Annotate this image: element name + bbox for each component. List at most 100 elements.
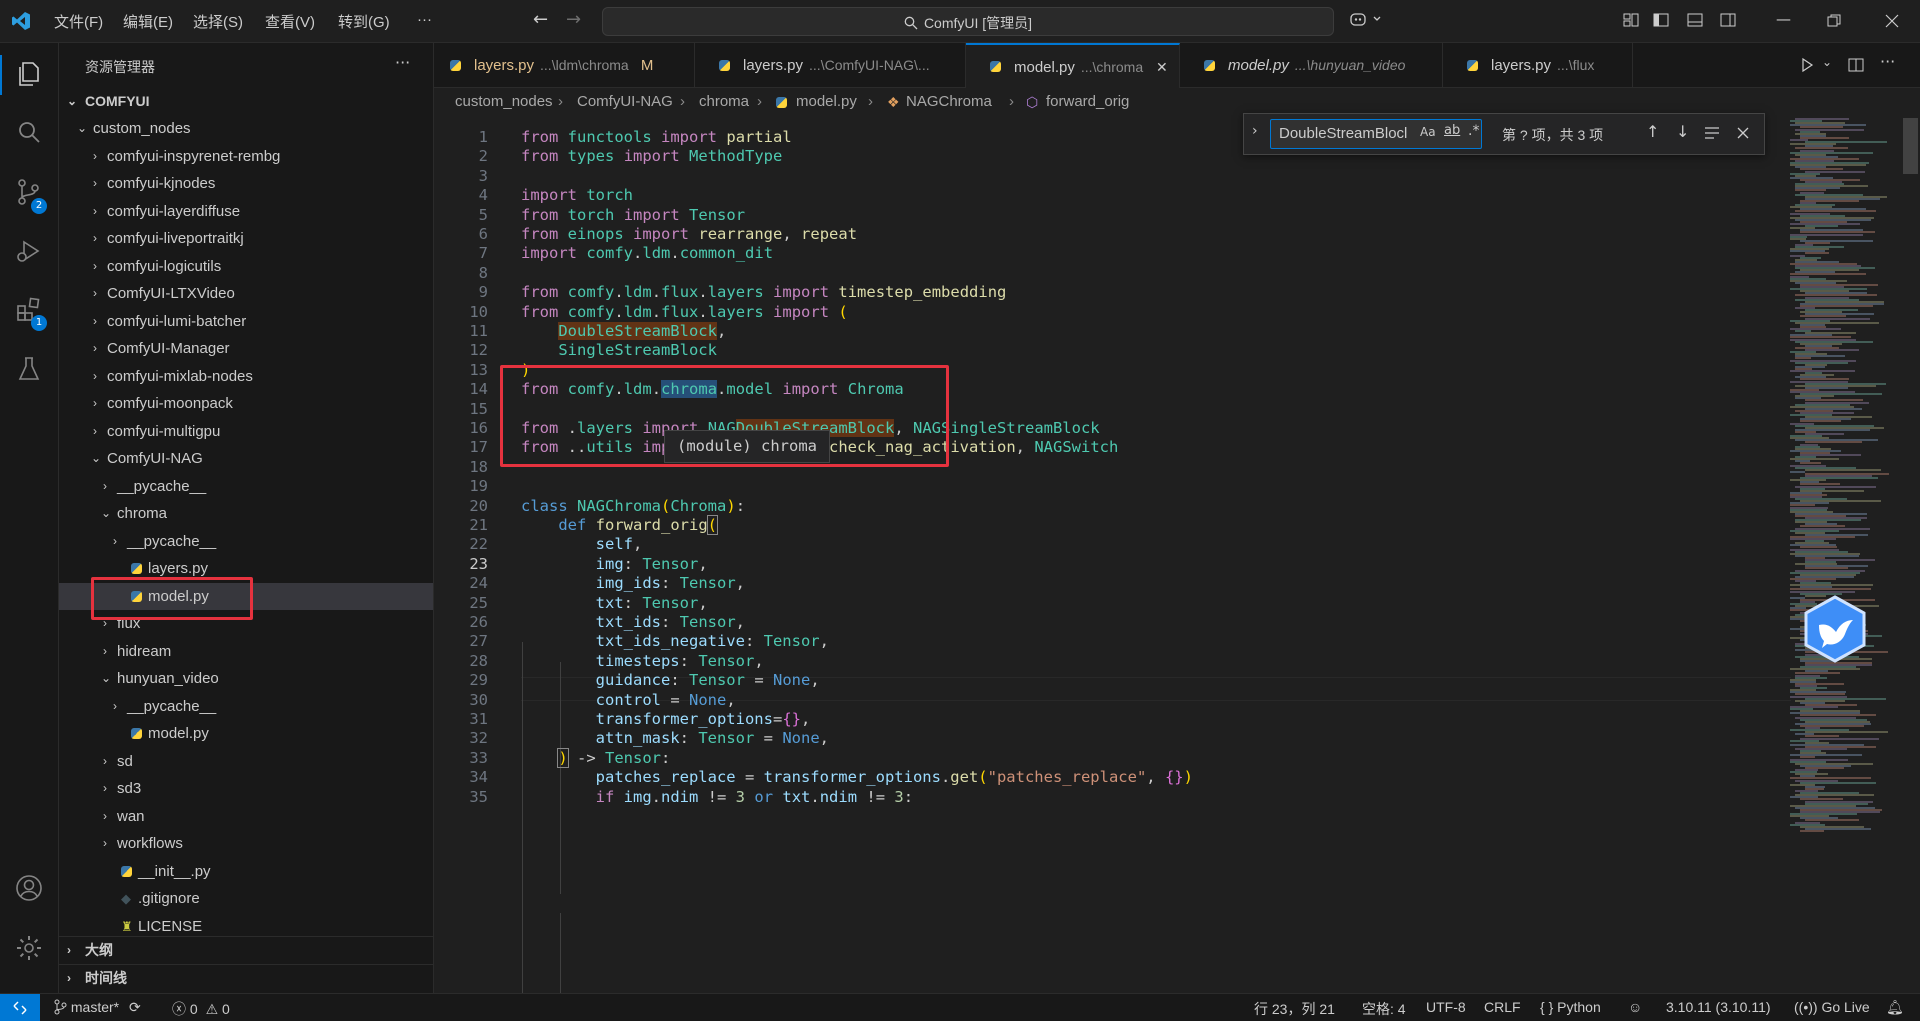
toggle-secondary-sidebar-icon[interactable] [1720, 12, 1736, 28]
tab-layers-nag[interactable]: layers.py ...\ComfyUI-NAG\... [695, 43, 966, 87]
vscode-logo-icon[interactable] [11, 11, 31, 31]
match-case-toggle[interactable]: Aa [1420, 125, 1436, 139]
notifications-bell-icon[interactable]: 🔔︎ [1886, 999, 1904, 1016]
breadcrumb-item[interactable]: ComfyUI-NAG [577, 88, 673, 116]
go-live-button[interactable]: ((•)) Go Live [1794, 999, 1870, 1015]
tree-folder[interactable]: › comfyui-kjnodes [59, 170, 433, 197]
breadcrumb-item[interactable]: NAGChroma [906, 88, 992, 116]
tree-folder[interactable]: ⌄ ComfyUI-NAG [59, 445, 433, 472]
tab-close-icon[interactable]: ✕ [1156, 45, 1168, 89]
forward-arrow-icon[interactable]: → [566, 9, 581, 30]
close-window-icon[interactable] [1885, 14, 1899, 28]
line-number: 13 [469, 360, 488, 379]
tab-layers-ldm-chroma[interactable]: layers.py ...\ldm\chroma M [434, 43, 695, 87]
tab-model-hunyuan[interactable]: model.py ...\hunyuan_video [1180, 43, 1443, 87]
tree-folder[interactable]: ⌄ chroma [59, 500, 433, 527]
sidebar-more-icon[interactable]: ··· [395, 53, 410, 72]
editor-tabs: layers.py ...\ldm\chroma M layers.py ...\C… [434, 43, 1920, 88]
editor-scrollbar-thumb[interactable] [1903, 118, 1918, 174]
tree-folder[interactable]: › comfyui-inspyrenet-rembg [59, 143, 433, 170]
menu-edit[interactable]: 编辑(E) [123, 11, 173, 32]
find-toggle-replace-icon[interactable]: › [1252, 123, 1258, 139]
sync-icon[interactable]: ⟳ [129, 999, 141, 1015]
outline-section[interactable]: › 大纲 [59, 937, 433, 964]
assistant-bird-icon[interactable] [1802, 594, 1868, 664]
back-arrow-icon[interactable]: ← [533, 9, 548, 30]
tree-folder[interactable]: › ComfyUI-Manager [59, 335, 433, 362]
menu-view[interactable]: 查看(V) [265, 11, 315, 32]
menu-file[interactable]: 文件(F) [54, 11, 103, 32]
tab-layers-flux[interactable]: layers.py ...\flux [1443, 43, 1633, 87]
accounts-icon[interactable] [14, 873, 44, 903]
tree-file[interactable]: __init__.py [59, 858, 433, 885]
indentation[interactable]: 空格: 4 [1362, 999, 1406, 1019]
regex-toggle[interactable]: .* [1468, 123, 1479, 139]
breadcrumb-item[interactable]: forward_orig [1046, 88, 1129, 116]
tree-folder[interactable]: › comfyui-mixlab-nodes [59, 363, 433, 390]
tree-folder[interactable]: › sd [59, 748, 433, 775]
tab-model-chroma[interactable]: model.py ...\chroma ✕ [966, 43, 1180, 88]
tree-folder[interactable]: › wan [59, 803, 433, 830]
breadcrumb-item[interactable]: model.py [796, 88, 857, 116]
language-mode[interactable]: { } Python [1540, 999, 1601, 1015]
python-interpreter[interactable]: 3.10.11 (3.10.11) [1666, 999, 1771, 1015]
line-number: 15 [469, 399, 488, 418]
tree-folder[interactable]: › comfyui-lumi-batcher [59, 308, 433, 335]
tree-folder[interactable]: › __pycache__ [59, 528, 433, 555]
timeline-section[interactable]: › 时间线 [59, 965, 433, 992]
menu-go[interactable]: 转到(G) [338, 11, 390, 32]
tree-folder[interactable]: › workflows [59, 830, 433, 857]
cursor-position[interactable]: 行 23，列 21 [1254, 999, 1335, 1019]
tree-file[interactable]: model.py [59, 720, 433, 747]
tree-folder[interactable]: › comfyui-logicutils [59, 253, 433, 280]
line-ending[interactable]: CRLF [1484, 999, 1521, 1015]
minimize-icon[interactable]: — [1776, 10, 1791, 28]
next-match-icon[interactable]: ↓ [1676, 122, 1689, 141]
code-editor[interactable]: 1 2 3 4 5 6 7 8 9 10 11 12 13 14 15 16 17 18 19 20 21 22 23 24 2… [434, 118, 1920, 993]
encoding[interactable]: UTF-8 [1426, 999, 1466, 1015]
split-editor-icon[interactable] [1848, 57, 1864, 73]
toggle-panel-icon[interactable] [1687, 12, 1703, 28]
tree-folder[interactable]: › __pycache__ [59, 473, 433, 500]
source-control-badge: 2 [31, 198, 47, 214]
editor-more-icon[interactable]: ··· [1880, 52, 1895, 71]
menu-selection[interactable]: 选择(S) [193, 11, 243, 32]
python-file-icon [121, 865, 132, 877]
restore-icon[interactable] [1827, 14, 1841, 28]
tree-folder[interactable]: › comfyui-moonpack [59, 390, 433, 417]
command-center[interactable]: ComfyUI [管理员] [602, 7, 1334, 36]
search-view-icon[interactable] [14, 118, 44, 148]
run-debug-icon[interactable] [14, 236, 44, 266]
git-branch[interactable]: master* ⟳ [53, 999, 141, 1016]
find-close-icon[interactable] [1737, 127, 1749, 139]
tree-folder[interactable]: ⌄ hunyuan_video [59, 665, 433, 692]
remote-indicator[interactable] [0, 994, 40, 1021]
tree-folder[interactable]: › comfyui-layerdiffuse [59, 198, 433, 225]
customize-layout-icon[interactable] [1623, 12, 1639, 28]
workspace-root[interactable]: ⌄ COMFYUI [59, 88, 433, 115]
breadcrumb-item[interactable]: custom_nodes [455, 88, 553, 116]
tree-folder[interactable]: ⌄ custom_nodes [59, 115, 433, 142]
breadcrumb-item[interactable]: chroma [699, 88, 749, 116]
problems-indicator[interactable]: ⓧ 0 ⚠ 0 [172, 999, 230, 1019]
toggle-primary-sidebar-icon[interactable] [1653, 12, 1669, 28]
menu-more[interactable]: ··· [417, 11, 432, 28]
run-dropdown-chevron-icon[interactable]: ⌄ [1822, 55, 1832, 69]
match-word-toggle[interactable]: ab [1444, 123, 1460, 138]
tree-folder[interactable]: › ComfyUI-LTXVideo [59, 280, 433, 307]
minimap[interactable] [1790, 118, 1900, 838]
testing-flask-icon[interactable] [14, 354, 44, 384]
find-in-selection-icon[interactable] [1704, 126, 1720, 140]
tree-folder[interactable]: › __pycache__ [59, 693, 433, 720]
tree-folder[interactable]: › comfyui-liveportraitkj [59, 225, 433, 252]
manage-gear-icon[interactable] [14, 933, 44, 963]
previous-match-icon[interactable]: ↑ [1646, 122, 1659, 141]
run-file-icon[interactable] [1799, 57, 1815, 73]
tree-file[interactable]: ◆ .gitignore [59, 885, 433, 912]
copilot-status-icon[interactable]: ☺ [1628, 999, 1642, 1015]
tree-folder[interactable]: › sd3 [59, 775, 433, 802]
tree-folder[interactable]: › hidream [59, 638, 433, 665]
copilot-icon[interactable] [1350, 11, 1384, 29]
explorer-icon[interactable] [14, 59, 44, 89]
tree-folder[interactable]: › comfyui-multigpu [59, 418, 433, 445]
